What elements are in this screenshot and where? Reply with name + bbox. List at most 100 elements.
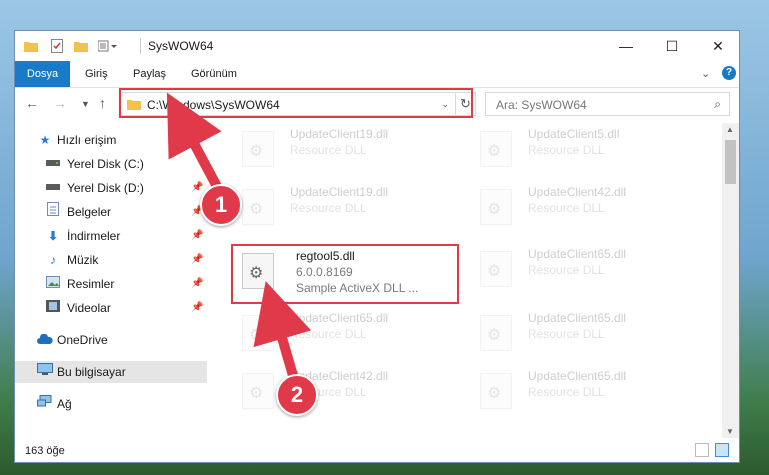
file-item[interactable]: ⚙ UpdateClient65.dll Resource DLL — [472, 307, 682, 359]
vertical-scrollbar[interactable]: ▲ ▼ — [722, 123, 739, 438]
dll-file-icon: ⚙ — [480, 189, 512, 225]
dll-file-icon: ⚙ — [480, 131, 512, 167]
properties-icon[interactable] — [49, 38, 65, 54]
title-separator — [140, 38, 141, 54]
file-item[interactable]: ⚙ UpdateClient5.dll Resource DLL — [472, 123, 682, 175]
pin-icon: 📌 — [191, 278, 204, 289]
expand-ribbon-icon[interactable]: ⌄ — [701, 67, 710, 80]
drive-icon — [45, 153, 61, 175]
file-type: Resource DLL — [528, 263, 605, 277]
recent-locations-icon[interactable]: ▼ — [81, 99, 90, 109]
tab-view[interactable]: Görünüm — [181, 61, 247, 87]
sidebar-item-label: Hızlı erişim — [57, 133, 117, 147]
scroll-up-icon[interactable]: ▲ — [726, 125, 734, 134]
ribbon: Dosya Giriş Paylaş Görünüm ⌄ ? — [15, 61, 739, 88]
file-name: UpdateClient65.dll — [528, 247, 627, 261]
sidebar-item-label: İndirmeler — [67, 229, 121, 243]
file-highlight-box — [231, 244, 459, 304]
sidebar-item-network[interactable]: Ağ — [15, 393, 207, 415]
search-placeholder: Ara: SysWOW64 — [496, 98, 587, 112]
file-name: UpdateClient19.dll — [290, 127, 389, 141]
dll-file-icon: ⚙ — [242, 131, 274, 167]
file-item[interactable]: ⚙ UpdateClient65.dll Resource DLL — [234, 307, 444, 359]
file-item[interactable]: ⚙ UpdateClient19.dll Resource DLL — [234, 181, 444, 233]
download-icon: ⬇ — [47, 229, 59, 243]
sidebar-item-local-disk-d[interactable]: Yerel Disk (D:) 📌 — [15, 177, 207, 199]
file-item[interactable]: ⚙ UpdateClient65.dll Resource DLL — [472, 365, 682, 417]
maximize-button[interactable]: ☐ — [649, 31, 695, 61]
dll-file-icon: ⚙ — [480, 373, 512, 409]
sidebar-item-music[interactable]: ♪ Müzik 📌 — [15, 249, 207, 271]
search-box[interactable]: Ara: SysWOW64 ⌕ — [485, 92, 730, 116]
tab-share[interactable]: Paylaş — [123, 61, 176, 87]
dll-file-icon: ⚙ — [242, 373, 274, 409]
tab-file[interactable]: Dosya — [15, 61, 70, 87]
dll-file-icon: ⚙ — [242, 189, 274, 225]
sidebar-item-pictures[interactable]: Resimler 📌 — [15, 273, 207, 295]
close-button[interactable]: ✕ — [695, 31, 739, 61]
step-badge-2: 2 — [276, 374, 318, 416]
cloud-icon — [37, 329, 53, 351]
file-name: UpdateClient5.dll — [528, 127, 620, 141]
sidebar-item-label: Yerel Disk (C:) — [67, 157, 144, 171]
file-item[interactable]: ⚙ UpdateClient42.dll Resource DLL — [234, 365, 444, 417]
sidebar-item-label: Resimler — [67, 277, 115, 291]
navigation-pane: ★ Hızlı erişim Yerel Disk (C:) Yerel Dis… — [15, 123, 207, 438]
sidebar-item-label: Yerel Disk (D:) — [67, 181, 144, 195]
file-name: UpdateClient42.dll — [528, 185, 627, 199]
file-name: UpdateClient65.dll — [528, 311, 627, 325]
sidebar-item-local-disk-c[interactable]: Yerel Disk (C:) — [15, 153, 207, 175]
sidebar-item-label: Bu bilgisayar — [57, 365, 126, 379]
sidebar-item-label: Belgeler — [67, 205, 112, 219]
details-view-icon[interactable] — [695, 443, 709, 457]
computer-icon — [37, 361, 53, 383]
file-item[interactable]: ⚙ UpdateClient19.dll Resource DLL — [234, 123, 444, 175]
item-count: 163 öğe — [25, 445, 65, 457]
up-arrow-icon[interactable]: ↑ — [99, 95, 106, 111]
pin-icon: 📌 — [191, 302, 204, 313]
minimize-button[interactable]: — — [603, 31, 649, 61]
documents-icon — [45, 201, 61, 223]
pin-icon: 📌 — [191, 230, 204, 241]
sidebar-item-quick-access[interactable]: ★ Hızlı erişim — [15, 129, 207, 151]
search-icon[interactable]: ⌕ — [714, 97, 721, 112]
step-badge-1: 1 — [200, 184, 242, 226]
sidebar-item-videos[interactable]: Videolar 📌 — [15, 297, 207, 319]
dll-file-icon: ⚙ — [480, 315, 512, 351]
file-item[interactable]: ⚙ UpdateClient65.dll Resource DLL — [472, 243, 682, 295]
sidebar-item-label: OneDrive — [57, 333, 108, 347]
file-type: Resource DLL — [528, 201, 605, 215]
new-folder-icon[interactable] — [73, 38, 89, 54]
file-item[interactable]: ⚙ UpdateClient42.dll Resource DLL — [472, 181, 682, 233]
window-title: SysWOW64 — [148, 39, 214, 53]
address-highlight-box — [119, 88, 473, 118]
dll-file-icon: ⚙ — [242, 315, 274, 351]
dll-file-icon: ⚙ — [480, 251, 512, 287]
file-type: Resource DLL — [528, 327, 605, 341]
sidebar-item-downloads[interactable]: ⬇ İndirmeler 📌 — [15, 225, 207, 247]
sidebar-item-this-pc[interactable]: Bu bilgisayar — [15, 361, 207, 383]
file-type: Resource DLL — [528, 143, 605, 157]
file-type: Resource DLL — [528, 385, 605, 399]
tab-home[interactable]: Giriş — [75, 61, 118, 87]
help-icon[interactable]: ? — [722, 66, 736, 80]
file-type: Resource DLL — [290, 327, 367, 341]
pin-icon: 📌 — [191, 254, 204, 265]
star-icon: ★ — [39, 133, 51, 147]
file-name: UpdateClient65.dll — [528, 369, 627, 383]
file-name: UpdateClient65.dll — [290, 311, 389, 325]
sidebar-item-onedrive[interactable]: OneDrive — [15, 329, 207, 351]
sidebar-item-documents[interactable]: Belgeler 📌 — [15, 201, 207, 223]
scroll-down-icon[interactable]: ▼ — [726, 427, 734, 436]
title-bar: SysWOW64 — ☐ ✕ — [15, 31, 739, 61]
back-arrow-icon[interactable]: ← — [25, 95, 39, 111]
videos-icon — [45, 297, 61, 319]
scrollbar-thumb[interactable] — [725, 140, 736, 184]
file-type: Resource DLL — [290, 143, 367, 157]
network-icon — [37, 393, 53, 415]
folder-icon — [23, 38, 39, 54]
forward-arrow-icon[interactable]: → — [53, 95, 67, 111]
large-icons-view-icon[interactable] — [715, 443, 729, 457]
customize-toolbar-icon[interactable] — [97, 38, 119, 54]
music-icon: ♪ — [50, 253, 56, 267]
